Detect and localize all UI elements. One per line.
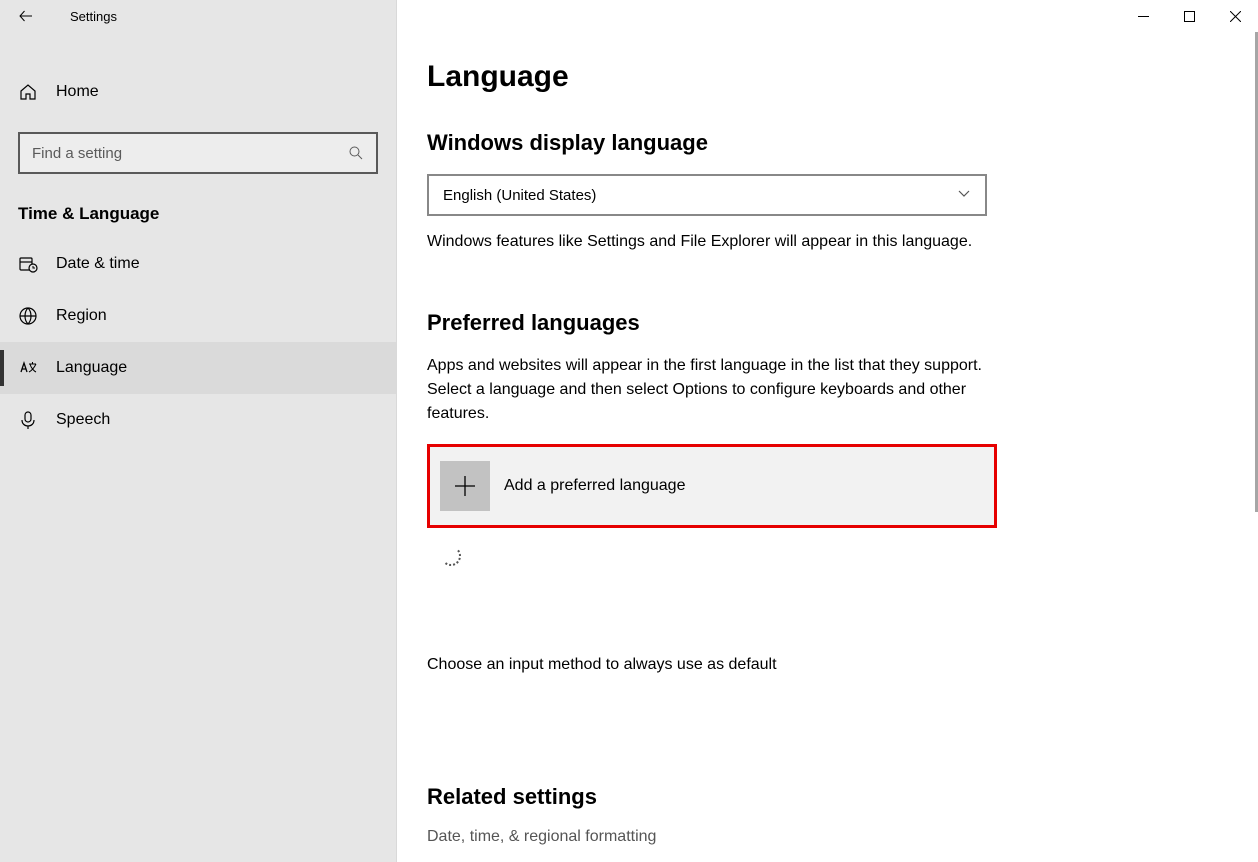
plus-icon-box bbox=[440, 461, 490, 511]
chevron-down-icon bbox=[957, 186, 971, 205]
related-link-date-time[interactable]: Date, time, & regional formatting bbox=[427, 828, 1228, 846]
language-icon bbox=[18, 358, 38, 378]
section-header: Time & Language bbox=[0, 174, 396, 238]
main-content: Language Windows display language Englis… bbox=[397, 0, 1258, 862]
add-language-button[interactable]: Add a preferred language bbox=[427, 444, 997, 528]
globe-icon bbox=[18, 306, 38, 326]
window-controls bbox=[1120, 0, 1258, 32]
sidebar-item-date-time[interactable]: Date & time bbox=[0, 238, 396, 290]
window-title: Settings bbox=[70, 9, 117, 24]
search-box[interactable] bbox=[18, 132, 378, 174]
back-button[interactable] bbox=[18, 8, 34, 24]
display-language-title: Windows display language bbox=[427, 130, 1228, 156]
page-title: Language bbox=[427, 60, 1228, 94]
plus-icon bbox=[453, 474, 477, 498]
maximize-icon bbox=[1184, 11, 1195, 22]
display-language-description: Windows features like Settings and File … bbox=[427, 230, 987, 254]
related-settings-title: Related settings bbox=[427, 784, 1228, 810]
microphone-icon bbox=[18, 410, 38, 430]
search-container bbox=[18, 132, 378, 174]
sidebar-item-speech[interactable]: Speech bbox=[0, 394, 396, 446]
loading-spinner-icon bbox=[441, 546, 461, 566]
preferred-languages-description: Apps and websites will appear in the fir… bbox=[427, 354, 987, 426]
close-button[interactable] bbox=[1212, 0, 1258, 32]
search-input[interactable] bbox=[32, 145, 348, 162]
sidebar-item-label: Date & time bbox=[56, 255, 140, 273]
sidebar: Settings Home Time & Language bbox=[0, 0, 397, 862]
add-language-label: Add a preferred language bbox=[504, 477, 685, 495]
search-icon bbox=[348, 145, 364, 161]
dropdown-value: English (United States) bbox=[443, 187, 596, 204]
minimize-button[interactable] bbox=[1120, 0, 1166, 32]
sidebar-home[interactable]: Home bbox=[0, 72, 396, 112]
minimize-icon bbox=[1138, 11, 1149, 22]
maximize-button[interactable] bbox=[1166, 0, 1212, 32]
preferred-languages-title: Preferred languages bbox=[427, 310, 1228, 336]
home-label: Home bbox=[56, 83, 99, 101]
sidebar-item-region[interactable]: Region bbox=[0, 290, 396, 342]
input-method-link[interactable]: Choose an input method to always use as … bbox=[427, 656, 1228, 674]
back-arrow-icon bbox=[18, 8, 34, 24]
home-icon bbox=[18, 82, 38, 102]
sidebar-item-language[interactable]: Language bbox=[0, 342, 396, 394]
sidebar-header: Settings bbox=[0, 0, 396, 32]
calendar-clock-icon bbox=[18, 254, 38, 274]
close-icon bbox=[1230, 11, 1241, 22]
display-language-dropdown[interactable]: English (United States) bbox=[427, 174, 987, 216]
sidebar-item-label: Region bbox=[56, 307, 107, 325]
sidebar-item-label: Language bbox=[56, 359, 127, 377]
sidebar-item-label: Speech bbox=[56, 411, 110, 429]
